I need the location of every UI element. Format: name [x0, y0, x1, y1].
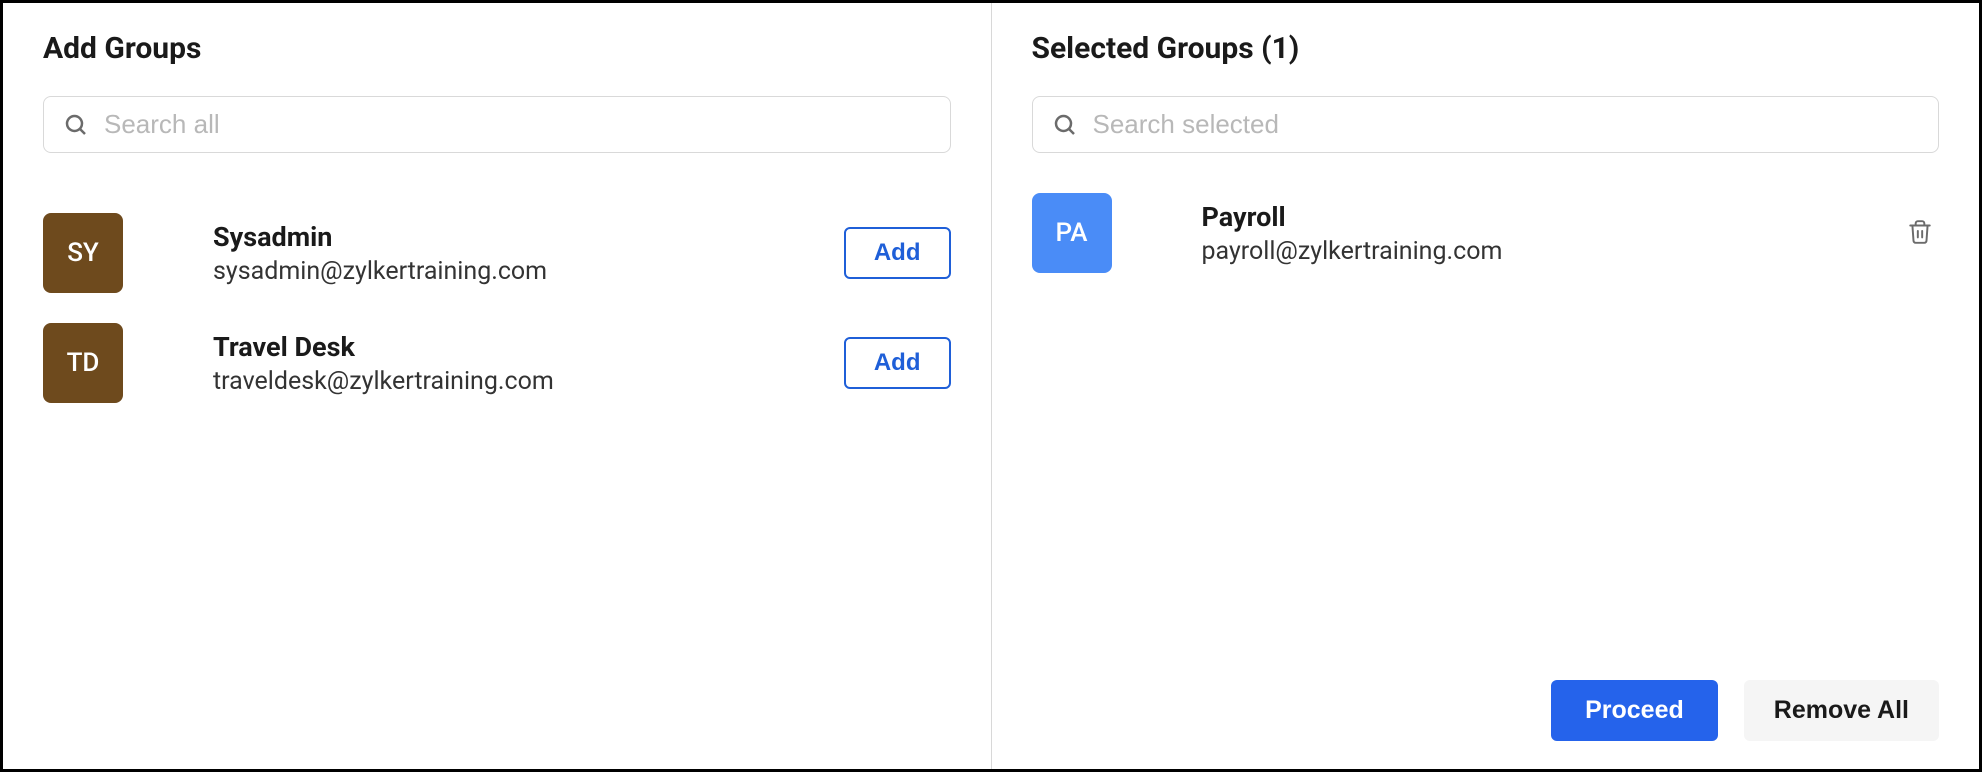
- trash-icon: [1907, 218, 1933, 246]
- group-row: SY Sysadmin sysadmin@zylkertraining.com …: [43, 213, 951, 293]
- selected-groups-panel: Selected Groups (1) PA Payroll payroll@z…: [992, 3, 1980, 769]
- footer-actions: Proceed Remove All: [1551, 680, 1939, 741]
- group-row: PA Payroll payroll@zylkertraining.com: [1032, 193, 1940, 273]
- remove-button[interactable]: [1901, 212, 1939, 255]
- group-name: Travel Desk: [213, 331, 844, 363]
- add-button[interactable]: Add: [844, 227, 951, 279]
- group-info: Sysadmin sysadmin@zylkertraining.com: [213, 221, 844, 286]
- group-email: traveldesk@zylkertraining.com: [213, 367, 844, 396]
- search-all-input[interactable]: [104, 109, 930, 140]
- group-name: Sysadmin: [213, 221, 844, 253]
- selected-group-list: PA Payroll payroll@zylkertraining.com: [1032, 193, 1940, 273]
- search-selected-wrap[interactable]: [1032, 96, 1940, 153]
- group-row: TD Travel Desk traveldesk@zylkertraining…: [43, 323, 951, 403]
- add-groups-panel: Add Groups SY Sysadmin sysadmin@zylkertr…: [3, 3, 992, 769]
- search-icon: [64, 113, 88, 137]
- group-selector-dialog: Add Groups SY Sysadmin sysadmin@zylkertr…: [0, 0, 1982, 772]
- group-info: Payroll payroll@zylkertraining.com: [1202, 201, 1902, 266]
- group-info: Travel Desk traveldesk@zylkertraining.co…: [213, 331, 844, 396]
- group-name: Payroll: [1202, 201, 1902, 233]
- search-icon: [1053, 113, 1077, 137]
- group-email: payroll@zylkertraining.com: [1202, 237, 1902, 266]
- selected-groups-title: Selected Groups (1): [1032, 31, 1940, 66]
- add-groups-title: Add Groups: [43, 31, 951, 66]
- avatar: TD: [43, 323, 123, 403]
- avatar: PA: [1032, 193, 1112, 273]
- available-group-list: SY Sysadmin sysadmin@zylkertraining.com …: [43, 213, 951, 403]
- add-button[interactable]: Add: [844, 337, 951, 389]
- proceed-button[interactable]: Proceed: [1551, 680, 1718, 741]
- remove-all-button[interactable]: Remove All: [1744, 680, 1939, 741]
- avatar: SY: [43, 213, 123, 293]
- search-all-wrap[interactable]: [43, 96, 951, 153]
- group-email: sysadmin@zylkertraining.com: [213, 257, 844, 286]
- search-selected-input[interactable]: [1093, 109, 1919, 140]
